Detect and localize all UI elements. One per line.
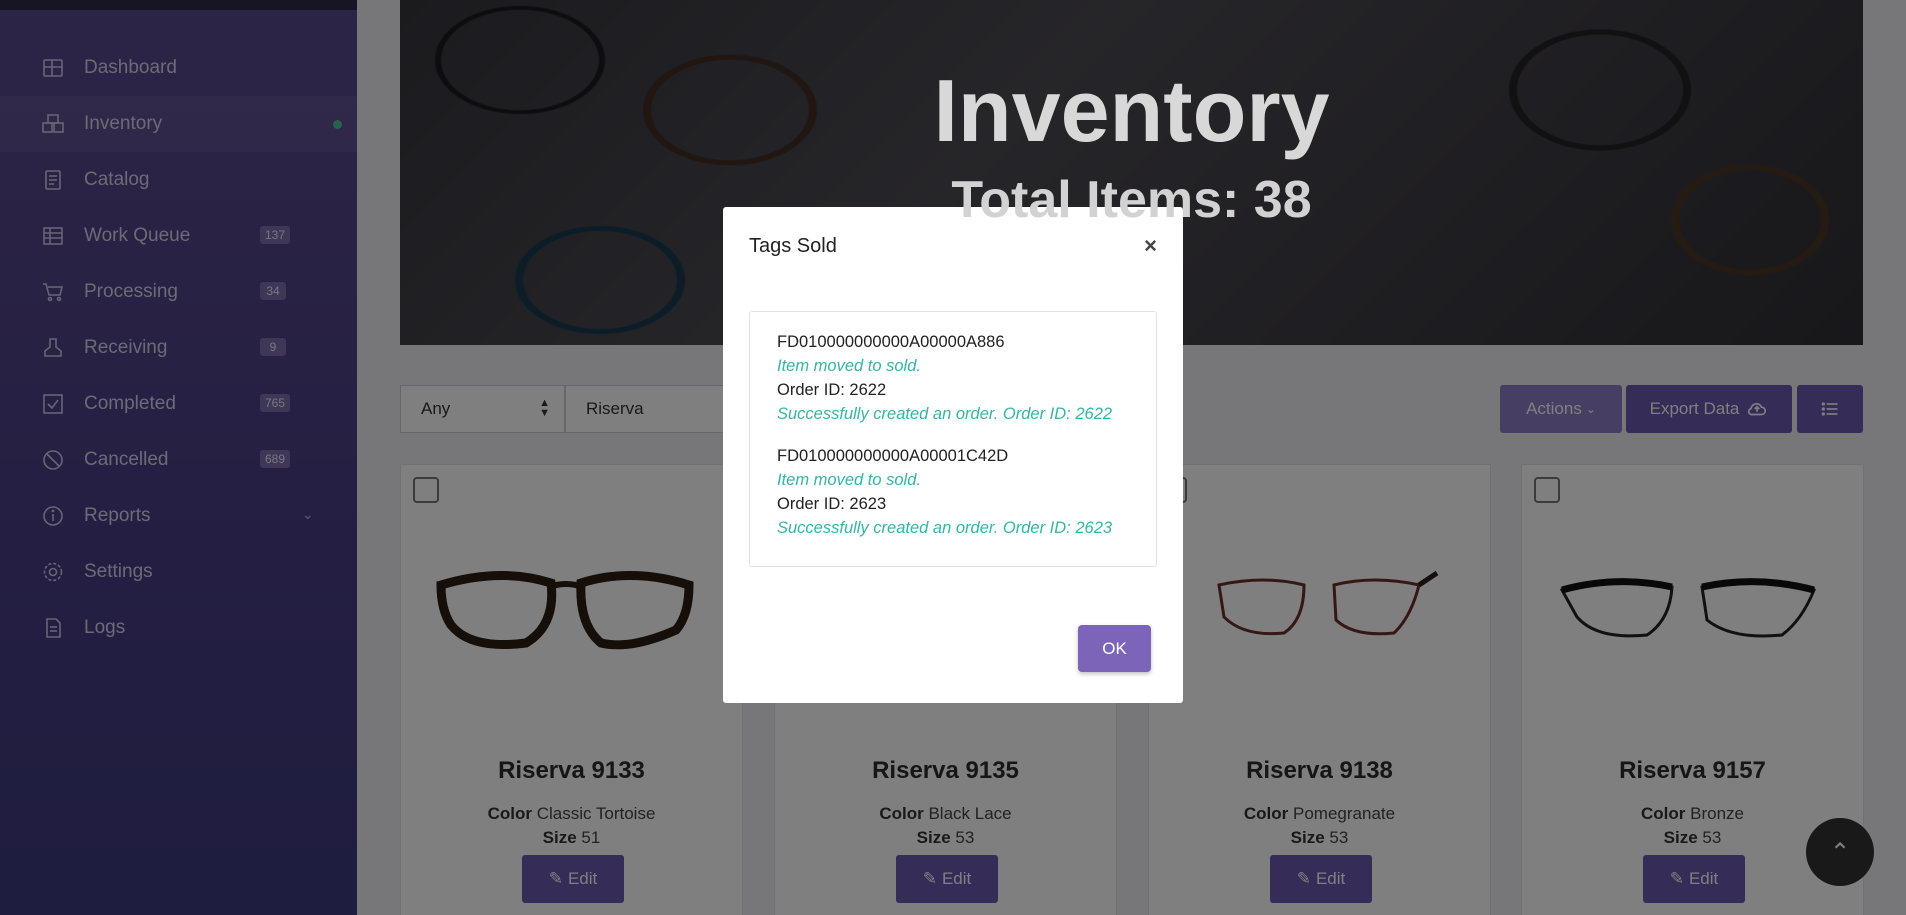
close-icon[interactable]: × (1144, 233, 1157, 259)
list-item: FD010000000000A00000A886 Item moved to s… (777, 330, 1129, 426)
ok-button[interactable]: OK (1078, 625, 1151, 672)
results-list: FD010000000000A00000A886 Item moved to s… (749, 311, 1157, 567)
list-item: FD010000000000A00001C42D Item moved to s… (777, 444, 1129, 540)
status-message: Item moved to sold. (777, 471, 921, 489)
status-message: Item moved to sold. (777, 357, 921, 375)
total-items-count: Total Items: 38 (951, 171, 1312, 229)
status-message: Successfully created an order. Order ID:… (777, 405, 1113, 423)
order-id: Order ID: 2623 (777, 495, 887, 513)
tag-id: FD010000000000A00001C42D (777, 447, 1009, 465)
modal-title: Tags Sold (749, 235, 837, 257)
status-message: Successfully created an order. Order ID:… (777, 519, 1113, 537)
order-id: Order ID: 2622 (777, 381, 887, 399)
tag-id: FD010000000000A00000A886 (777, 333, 1005, 351)
page-title: Inventory (933, 61, 1330, 160)
tags-sold-modal: Tags Sold × FD010000000000A00000A886 Ite… (723, 207, 1183, 703)
